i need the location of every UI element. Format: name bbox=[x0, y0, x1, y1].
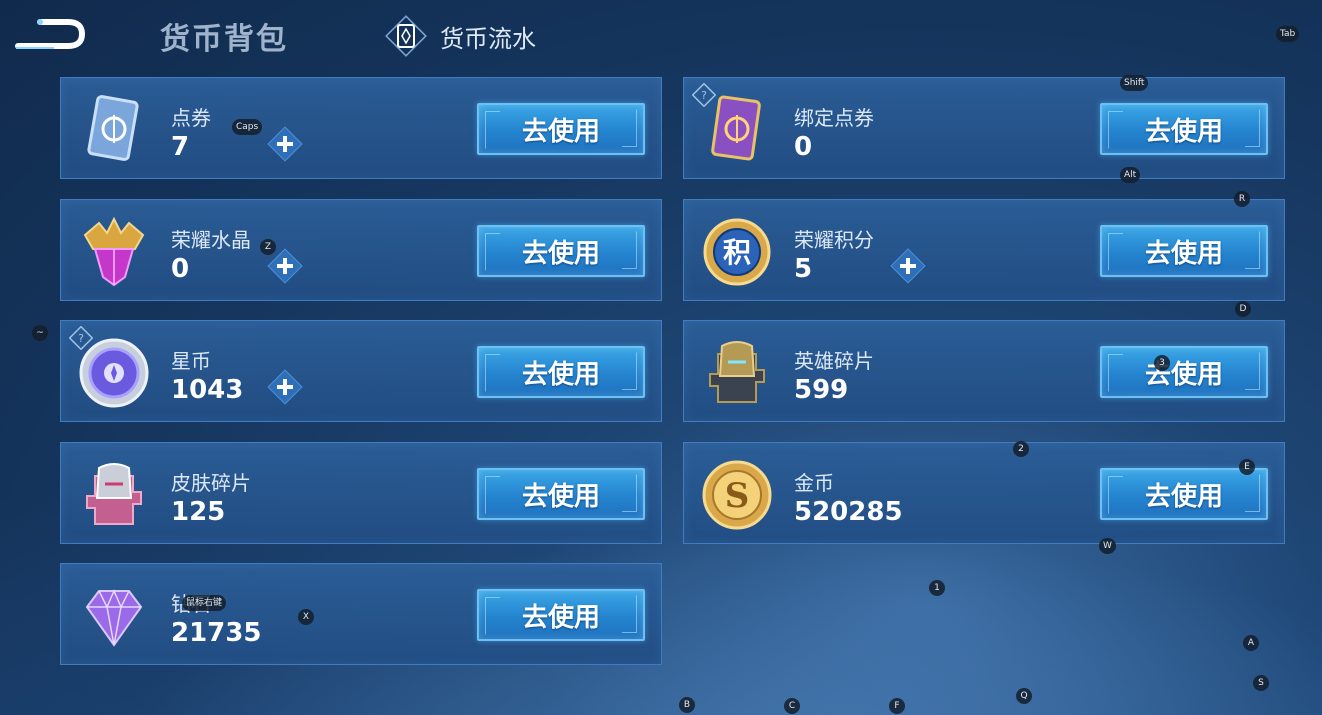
bound-ticket-icon bbox=[700, 93, 774, 167]
currency-amount: 0 bbox=[794, 132, 813, 162]
key-hint-alt: Alt bbox=[1120, 167, 1141, 183]
use-button[interactable]: 去使用 bbox=[1100, 225, 1268, 277]
ticket-icon bbox=[77, 93, 151, 167]
currency-amount: 1043 bbox=[171, 375, 244, 405]
key-hint-w: W bbox=[1099, 538, 1116, 554]
svg-text:积: 积 bbox=[723, 236, 751, 269]
page-title: 货币背包 bbox=[160, 22, 288, 57]
currency-name: 绑定点券 bbox=[794, 106, 874, 130]
use-button[interactable]: 去使用 bbox=[477, 468, 645, 520]
currency-name: 荣耀水晶 bbox=[171, 228, 251, 252]
use-button[interactable]: 去使用 bbox=[1100, 103, 1268, 155]
honor-points-icon: 积 bbox=[700, 215, 774, 289]
currency-card-skin-fragment: 皮肤碎片 125 去使用 bbox=[60, 442, 662, 544]
currency-card-honor-points: 积 荣耀积分 5 去使用 bbox=[683, 199, 1285, 301]
add-ticket-button[interactable] bbox=[267, 126, 303, 162]
add-star-coin-button[interactable] bbox=[267, 369, 303, 405]
plus-icon bbox=[267, 126, 303, 162]
currency-amount: 5 bbox=[794, 254, 813, 284]
currency-name: 点券 bbox=[171, 106, 211, 130]
currency-amount: 7 bbox=[171, 132, 190, 162]
key-hint-2: 2 bbox=[1013, 441, 1029, 457]
key-hint-e: E bbox=[1239, 459, 1255, 475]
currency-card-diamond: 钻石 21735 去使用 bbox=[60, 563, 662, 665]
currency-card-hero-fragment: 英雄碎片 599 去使用 bbox=[683, 320, 1285, 422]
key-hint-d: D bbox=[1235, 301, 1251, 317]
currency-amount: 520285 bbox=[794, 497, 903, 527]
key-hint-c: C bbox=[784, 698, 800, 714]
crystal-icon bbox=[77, 215, 151, 289]
currency-card-star-coin: ? 星币 1043 去使用 bbox=[60, 320, 662, 422]
use-button[interactable]: 去使用 bbox=[477, 225, 645, 277]
key-hint-1: 1 bbox=[929, 580, 945, 596]
tab-label: 货币流水 bbox=[440, 24, 536, 53]
currency-card-bound-ticket: ? 绑定点券 0 去使用 bbox=[683, 77, 1285, 179]
use-button[interactable]: 去使用 bbox=[477, 346, 645, 398]
key-hint-combo: 鼠标右键 bbox=[182, 595, 227, 611]
currency-amount: 599 bbox=[794, 375, 849, 405]
key-hint-3: 3 bbox=[1154, 355, 1170, 371]
back-button[interactable] bbox=[14, 14, 86, 54]
diamond-icon bbox=[77, 579, 151, 653]
key-hint-tab: Tab bbox=[1276, 26, 1300, 42]
star-coin-icon bbox=[77, 336, 151, 410]
key-hint-shift: Shift bbox=[1120, 75, 1149, 91]
key-hint-x: X bbox=[298, 609, 314, 625]
key-hint-r: R bbox=[1234, 191, 1250, 207]
key-hint-a: A bbox=[1243, 635, 1259, 651]
key-hint-s: S bbox=[1253, 675, 1269, 691]
key-hint-caps: Caps bbox=[232, 119, 263, 135]
key-hint-f: F bbox=[889, 698, 905, 714]
key-hint-tilde: ~ bbox=[32, 325, 48, 341]
currency-amount: 125 bbox=[171, 497, 226, 527]
add-honor-points-button[interactable] bbox=[890, 248, 926, 284]
use-button[interactable]: 去使用 bbox=[1100, 468, 1268, 520]
currency-name: 皮肤碎片 bbox=[171, 471, 251, 495]
plus-icon bbox=[890, 248, 926, 284]
back-arrow-icon bbox=[15, 19, 86, 49]
skin-fragment-icon bbox=[77, 458, 151, 532]
key-hint-b: B bbox=[679, 697, 695, 713]
svg-text:S: S bbox=[725, 476, 750, 516]
use-button[interactable]: 去使用 bbox=[477, 589, 645, 641]
currency-name: 英雄碎片 bbox=[794, 349, 874, 373]
currency-card-gold-coin: S 金币 520285 去使用 bbox=[683, 442, 1285, 544]
key-hint-z: Z bbox=[260, 239, 276, 255]
hero-fragment-icon bbox=[700, 336, 774, 410]
flow-icon bbox=[385, 15, 427, 57]
currency-name: 金币 bbox=[794, 471, 834, 495]
currency-amount: 21735 bbox=[171, 618, 262, 648]
currency-name: 荣耀积分 bbox=[794, 228, 874, 252]
currency-amount: 0 bbox=[171, 254, 190, 284]
currency-card-ticket: 点券 7 去使用 bbox=[60, 77, 662, 179]
gold-coin-icon: S bbox=[700, 458, 774, 532]
currency-card-crystal: 荣耀水晶 0 去使用 bbox=[60, 199, 662, 301]
plus-icon bbox=[267, 369, 303, 405]
currency-name: 星币 bbox=[171, 349, 211, 373]
key-hint-q: Q bbox=[1016, 688, 1032, 704]
tab-currency-flow[interactable]: 货币流水 bbox=[384, 14, 536, 58]
use-button[interactable]: 去使用 bbox=[477, 103, 645, 155]
use-button[interactable]: 去使用 bbox=[1100, 346, 1268, 398]
